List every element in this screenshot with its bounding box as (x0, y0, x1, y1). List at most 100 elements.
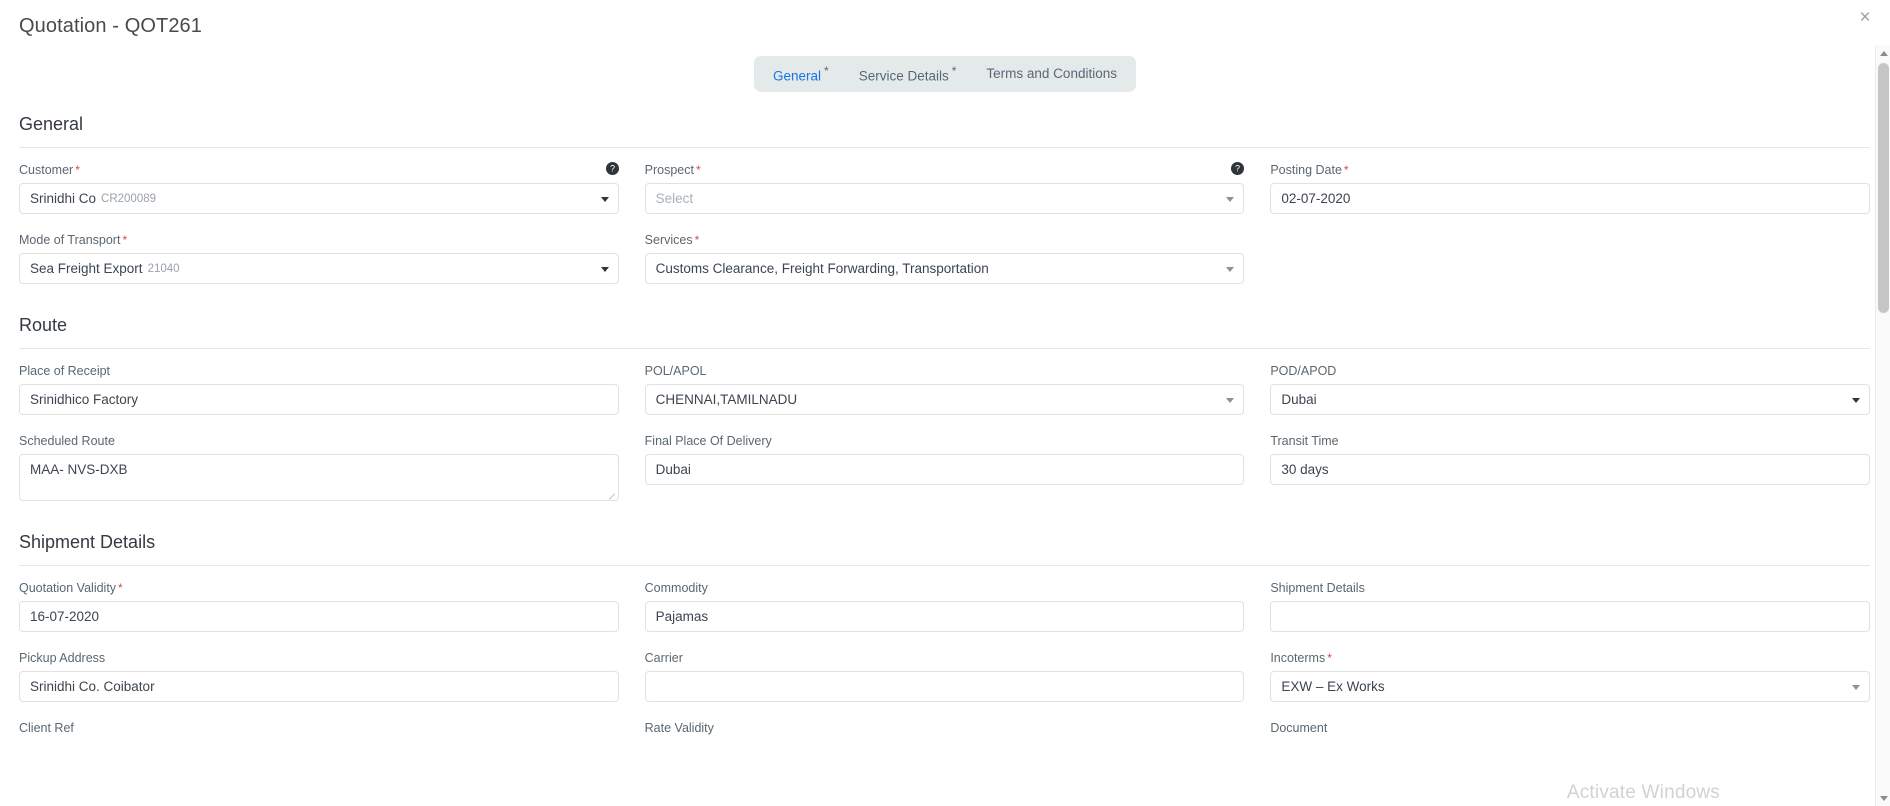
tab-general[interactable]: General * (758, 53, 844, 95)
svg-text:?: ? (1235, 164, 1240, 174)
quotation-validity-value: 16-07-2020 (30, 609, 100, 624)
field-mode-of-transport: Mode of Transport * Sea Freight Export 21… (19, 232, 619, 284)
label-customer-text: Customer (19, 163, 74, 177)
help-icon[interactable]: ? (605, 162, 619, 175)
route-fields-row-1: Place of Receipt Srinidhico Factory POL/… (19, 363, 1870, 424)
label-place-of-receipt: Place of Receipt (19, 364, 111, 378)
shipment-details-input[interactable] (1270, 601, 1870, 632)
field-pol-apol: POL/APOL CHENNAI,TAMILNADU (644, 363, 1245, 415)
mode-of-transport-select[interactable]: Sea Freight Export 21040 (19, 253, 619, 284)
prospect-placeholder: Select (655, 191, 694, 206)
label-commodity: Commodity (644, 581, 708, 595)
label-pod-apod: POD/APOD (1270, 364, 1337, 378)
chevron-down-icon (600, 266, 609, 272)
scheduled-route-textarea[interactable]: MAA- NVS-DXB (19, 454, 619, 501)
field-client-ref: Client Ref (19, 720, 619, 736)
label-customer: Customer * (19, 162, 619, 178)
help-icon[interactable]: ? (1231, 162, 1245, 175)
field-prospect: Prospect * ? Select (644, 162, 1245, 214)
pickup-address-value: Srinidhi Co. Coibator (30, 679, 155, 694)
tab-service-details-label: Service Details (858, 68, 949, 84)
pol-apol-select[interactable]: CHENNAI,TAMILNADU (644, 384, 1245, 415)
page-title: Quotation - QOT261 (19, 15, 203, 37)
label-pol-apol: POL/APOL (644, 364, 707, 378)
customer-select[interactable]: Srinidhi Co CR200089 (19, 183, 619, 214)
field-incoterms: Incoterms * EXW – Ex Works (1270, 650, 1870, 702)
place-of-receipt-value: Srinidhico Factory (30, 392, 139, 407)
label-prospect-text: Prospect (644, 163, 694, 177)
scheduled-route-value: MAA- NVS-DXB (30, 462, 128, 477)
commodity-input[interactable]: Pajamas (644, 601, 1245, 632)
label-posting-date-text: Posting Date (1270, 163, 1342, 177)
incoterms-required-mark: * (1327, 651, 1332, 665)
label-mode-of-transport-text: Mode of Transport (19, 233, 121, 247)
incoterms-select[interactable]: EXW – Ex Works (1270, 671, 1870, 702)
scroll-down-icon[interactable] (1876, 790, 1890, 806)
posting-date-input[interactable]: 02-07-2020 (1270, 183, 1870, 214)
close-icon[interactable]: × (1854, 7, 1876, 29)
pod-apod-value: Dubai (1281, 392, 1317, 407)
section-title-shipment-details: Shipment Details (19, 532, 156, 552)
tab-terms-and-conditions-label: Terms and Conditions (986, 66, 1117, 81)
vertical-scrollbar[interactable] (1875, 45, 1890, 806)
section-divider-route (19, 348, 1870, 349)
services-value: Customs Clearance, Freight Forwarding, T… (655, 261, 989, 276)
field-customer: Customer * ? Srinidhi Co CR200089 (19, 162, 619, 214)
posting-date-value: 02-07-2020 (1281, 191, 1351, 206)
prospect-select[interactable]: Select (644, 183, 1245, 214)
label-shipment-details: Shipment Details (1270, 581, 1365, 595)
label-services: Services * (645, 232, 1245, 248)
field-quotation-validity: Quotation Validity * 16-07-2020 (19, 580, 619, 632)
chevron-down-icon (600, 196, 609, 202)
prospect-required-mark: * (696, 163, 701, 177)
label-document: Document (1270, 721, 1328, 735)
pickup-address-input[interactable]: Srinidhi Co. Coibator (19, 671, 619, 702)
quotation-validity-input[interactable]: 16-07-2020 (19, 601, 619, 632)
final-place-of-delivery-input[interactable]: Dubai (644, 454, 1245, 485)
place-of-receipt-input[interactable]: Srinidhico Factory (19, 384, 619, 415)
services-required-mark: * (694, 233, 700, 247)
field-rate-validity: Rate Validity (645, 720, 1245, 736)
label-prospect: Prospect * (645, 162, 1245, 178)
customer-value: Srinidhi Co (30, 191, 97, 206)
pod-apod-select[interactable]: Dubai (1270, 384, 1870, 415)
field-transit-time: Transit Time 30 days (1270, 433, 1870, 501)
section-divider-shipment-details (19, 565, 1870, 566)
transit-time-input[interactable]: 30 days (1270, 454, 1870, 485)
services-select[interactable]: Customs Clearance, Freight Forwarding, T… (644, 253, 1245, 284)
scroll-up-icon[interactable] (1876, 45, 1890, 61)
mode-of-transport-code: 21040 (147, 262, 180, 275)
tab-general-required-mark: * (824, 64, 829, 79)
transit-time-value: 30 days (1281, 462, 1329, 477)
pol-apol-value: CHENNAI,TAMILNADU (655, 392, 798, 407)
field-scheduled-route: Scheduled Route MAA- NVS-DXB (19, 433, 619, 501)
customer-required-mark: * (75, 163, 80, 177)
tab-general-label: General (773, 68, 822, 84)
scrollbar-thumb[interactable] (1878, 63, 1889, 313)
carrier-input[interactable] (644, 671, 1245, 702)
shipment-fields-row-2: Pickup Address Srinidhi Co. Coibator Car… (19, 650, 1870, 711)
route-fields-row-2: Scheduled Route MAA- NVS-DXB Final Place… (19, 433, 1870, 510)
shipment-fields-row-3: Client Ref Rate Validity Document (19, 720, 1870, 745)
chevron-down-icon (1226, 196, 1235, 202)
final-place-of-delivery-value: Dubai (655, 462, 691, 477)
quotation-validity-required-mark: * (118, 581, 123, 595)
resize-handle-icon[interactable] (607, 489, 617, 499)
posting-date-required-mark: * (1343, 163, 1349, 177)
label-incoterms: Incoterms * (1270, 650, 1870, 666)
field-services: Services * Customs Clearance, Freight For… (644, 232, 1245, 284)
tab-terms-and-conditions[interactable]: Terms and Conditions (971, 56, 1132, 92)
commodity-value: Pajamas (655, 609, 709, 624)
chevron-down-icon (1226, 266, 1235, 272)
chevron-down-icon (1226, 397, 1235, 403)
general-fields-row-1: Customer * ? Srinidhi Co CR200089 Prospec… (19, 162, 1870, 223)
windows-activation-watermark: Activate Windows (1566, 782, 1720, 803)
quotation-modal: Quotation - QOT261 × General * Service De… (0, 0, 1890, 806)
shipment-fields-row-1: Quotation Validity * 16-07-2020 Commodity… (19, 580, 1870, 641)
mode-of-transport-value: Sea Freight Export (30, 261, 143, 276)
tab-service-details[interactable]: Service Details * (844, 53, 972, 95)
form-content: General Customer * ? Srinidhi Co CR200089 (0, 112, 1890, 745)
incoterms-value: EXW – Ex Works (1281, 679, 1385, 694)
field-spacer (1270, 232, 1870, 284)
customer-code: CR200089 (101, 192, 157, 205)
